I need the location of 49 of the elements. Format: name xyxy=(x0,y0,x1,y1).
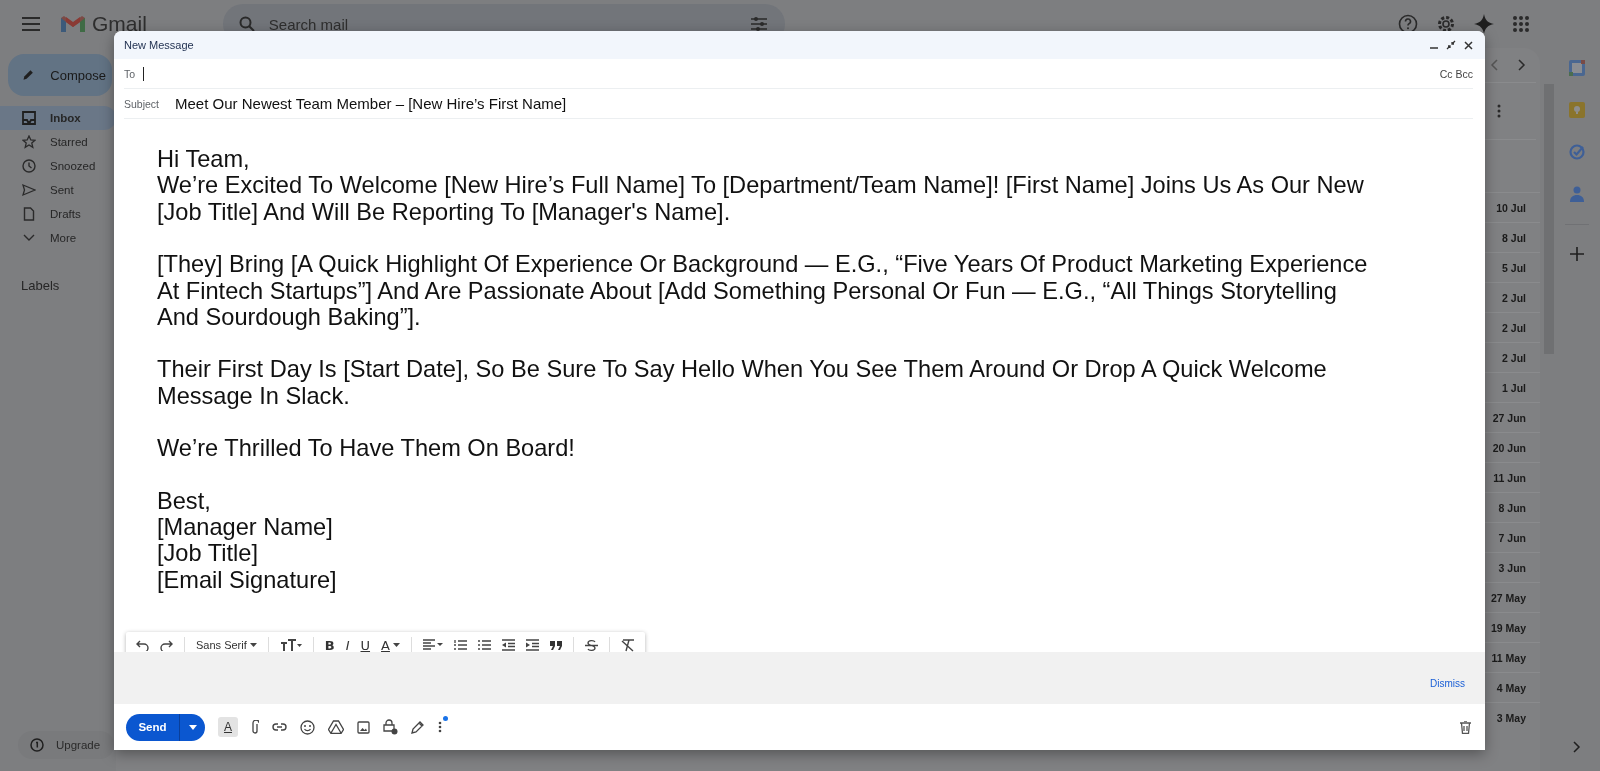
sidebar-item[interactable]: More xyxy=(0,226,116,250)
mail-date: 27 Jun xyxy=(1492,411,1526,424)
body-text: [They] Bring [A Quick Highlight Of Experience Or Background — E.G., “Five Years Of Product Marketing Experience At Fintech Startups”] And Are Passionate About [Add Something Personal Or Fun — E.G., “All Things Storytelling And Sourdough Baking”]. xyxy=(157,251,1369,331)
upgrade-button[interactable]: Upgrade xyxy=(18,731,114,759)
mail-date: 3 Jun xyxy=(1498,561,1526,574)
text-color-button[interactable]: A xyxy=(381,637,390,653)
body-text: We’re Thrilled To Have Them On Board! xyxy=(157,435,576,462)
mail-date: 2 Jul xyxy=(1502,321,1526,334)
mail-date: 2 Jul xyxy=(1502,291,1526,304)
cc-bcc-link[interactable]: Cc Bcc xyxy=(1439,67,1473,80)
mail-date: 2 Jul xyxy=(1502,351,1526,364)
compose-button[interactable]: Compose xyxy=(8,54,112,96)
body-text: Their First Day Is [Start Date], So Be Sure To Say Hello When You See Them Around Or Drop A Quick Welcome Message In Slack. xyxy=(157,356,1328,410)
font-dropdown[interactable]: Sans Serif xyxy=(196,639,247,651)
body-text: Best, xyxy=(157,487,212,515)
mail-date: 5 Jul xyxy=(1502,261,1526,274)
mail-date: 3 May xyxy=(1496,711,1526,724)
sidebar-item[interactable]: Sent xyxy=(0,178,116,202)
formatting-options-button[interactable]: A xyxy=(218,717,238,737)
send-button[interactable]: Send xyxy=(126,713,180,741)
dismiss-link[interactable]: Dismiss xyxy=(1430,677,1465,689)
sidebar-item[interactable]: Inbox xyxy=(0,106,116,130)
to-label: To xyxy=(124,67,136,80)
mail-date: 11 Jun xyxy=(1493,471,1526,484)
mail-date: 8 Jun xyxy=(1498,501,1526,514)
mail-date: 7 Jun xyxy=(1498,531,1526,544)
mail-date: 4 May xyxy=(1496,681,1526,694)
app-name: Gmail xyxy=(92,12,147,36)
mail-date: 8 Jul xyxy=(1502,231,1526,244)
mail-date: 20 Jun xyxy=(1492,441,1526,454)
body-text: We’re Excited To Welcome [New Hire’s Full Name] To [Department/Team Name]! [First Name] Joins Us As Our New [Job Title] And Will Be Reporting To [Manager's Name]. xyxy=(157,172,1365,226)
mail-date: 10 Jul xyxy=(1496,201,1526,214)
body-text: [Email Signature] xyxy=(157,566,338,594)
sidebar-item[interactable]: Snoozed xyxy=(0,154,116,178)
italic-button[interactable]: I xyxy=(345,637,350,653)
labels-heading: Labels xyxy=(21,278,61,293)
mail-date: 11 May xyxy=(1491,651,1526,664)
subject-label: Subject xyxy=(124,97,160,110)
underline-button[interactable]: U xyxy=(360,637,371,653)
body-text: Hi Team, xyxy=(157,146,251,173)
body-text: [Job Title] xyxy=(157,540,259,567)
bold-button[interactable]: B xyxy=(324,637,335,653)
window-title: New Message xyxy=(124,39,194,51)
sidebar-item[interactable]: Drafts xyxy=(0,202,116,226)
mail-date: 27 May xyxy=(1490,591,1526,604)
sidebar-item[interactable]: Starred xyxy=(0,130,116,154)
body-text: [Manager Name] xyxy=(157,514,334,541)
mail-date: 19 May xyxy=(1490,621,1526,634)
mail-date: 1 Jul xyxy=(1502,381,1526,394)
